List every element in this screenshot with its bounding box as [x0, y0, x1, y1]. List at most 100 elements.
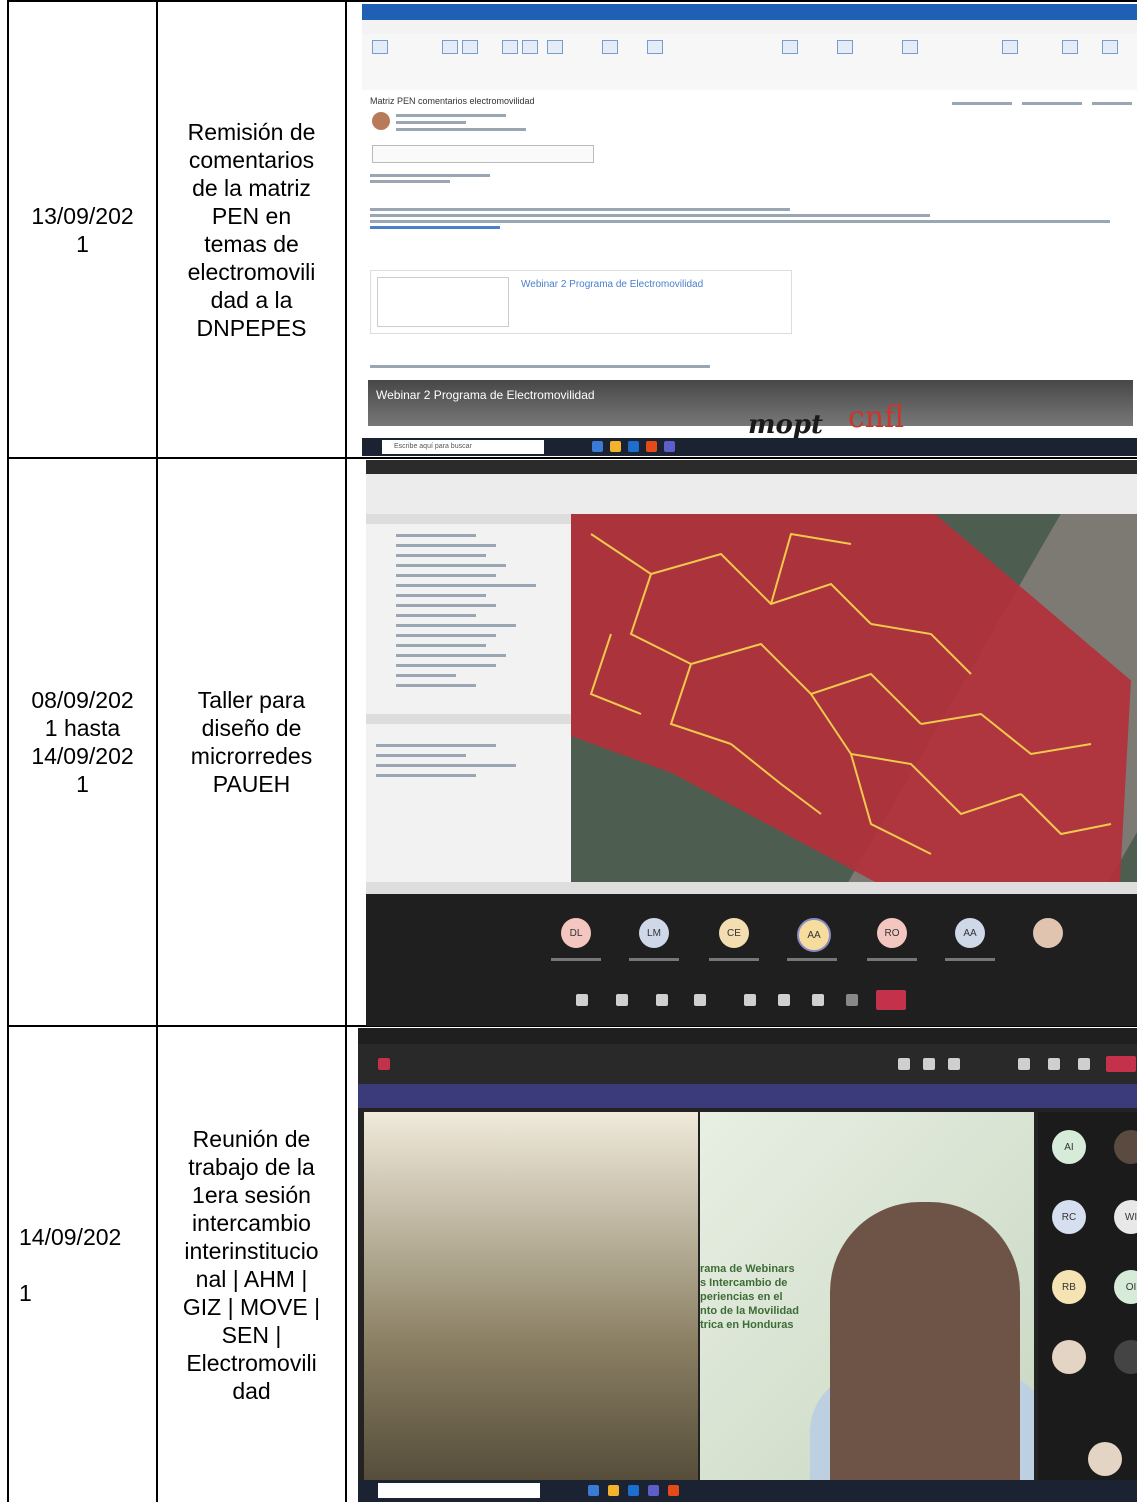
forward-icon	[547, 40, 563, 54]
mic-icon[interactable]	[778, 994, 790, 1006]
tags-icon	[837, 40, 853, 54]
youtube-preview-card[interactable]: Webinar 2 Programa de Electromovilidad	[370, 270, 792, 334]
participants-icon[interactable]	[898, 1058, 910, 1070]
sender-avatar	[372, 112, 390, 130]
edge-icon[interactable]	[592, 441, 603, 452]
qgis-status-bar	[366, 882, 1137, 894]
participant-avatar[interactable]: OI	[1114, 1270, 1137, 1304]
meeting-toolbar	[358, 1044, 1137, 1084]
windows-taskbar: Escribe aquí para buscar	[362, 438, 1137, 456]
participant-avatar[interactable]: WI	[1114, 1200, 1137, 1234]
participant-avatar[interactable]: RC	[1052, 1200, 1086, 1234]
outlook-icon[interactable]	[628, 1485, 639, 1496]
reactions-icon[interactable]	[948, 1058, 960, 1070]
read-aloud-icon	[1002, 40, 1018, 54]
translate-icon	[1062, 40, 1078, 54]
edge-icon[interactable]	[588, 1485, 599, 1496]
map-canvas[interactable]	[571, 514, 1137, 882]
participant-avatar[interactable]: AA	[955, 918, 985, 948]
participant-avatar[interactable]: DL	[561, 918, 591, 948]
self-view[interactable]	[1088, 1442, 1122, 1476]
participant-photo[interactable]	[1114, 1130, 1137, 1164]
video-thumbnail	[377, 277, 509, 327]
room-video	[364, 1112, 698, 1500]
participant-avatar[interactable]: AI	[1052, 1130, 1086, 1164]
participant-avatar-active[interactable]: AA	[797, 918, 831, 952]
folder-icon[interactable]	[608, 1485, 619, 1496]
participants-grid: AI RC RB WI OI	[1038, 1112, 1137, 1500]
reply-all-icon	[522, 40, 538, 54]
email-body: Matriz PEN comentarios electromovilidad …	[362, 90, 1137, 440]
slide-text: rama de Webinars s Intercambio de perien…	[700, 1263, 800, 1331]
meeting-title-bar	[358, 1028, 1137, 1044]
move-icon	[782, 40, 798, 54]
mic-icon[interactable]	[1048, 1058, 1060, 1070]
participant-avatar[interactable]: RO	[877, 918, 907, 948]
delete-icon	[442, 40, 458, 54]
teams-icon	[602, 40, 618, 54]
app-icon[interactable]	[646, 441, 657, 452]
email-subject: Matriz PEN comentarios electromovilidad	[370, 96, 535, 106]
reply-button[interactable]	[952, 102, 1012, 105]
recording-banner	[358, 1084, 1137, 1108]
camera-icon[interactable]	[1018, 1058, 1030, 1070]
participant-avatar[interactable]: LM	[639, 918, 669, 948]
participants-icon[interactable]	[616, 994, 628, 1006]
teams-meeting-screenshot: rama de Webinars s Intercambio de perien…	[358, 1028, 1137, 1502]
speaker-icon[interactable]	[812, 994, 824, 1006]
cnfl-logo: cnfl	[848, 400, 905, 435]
participant-photo[interactable]	[1052, 1340, 1086, 1374]
chat-icon[interactable]	[923, 1058, 935, 1070]
more-participants[interactable]	[1114, 1340, 1137, 1374]
hang-up-button[interactable]	[876, 990, 906, 1010]
embedded-video[interactable]: Webinar 2 Programa de Electromovilidad m…	[368, 380, 1133, 440]
mopt-logo: mopt	[748, 410, 824, 440]
more-icon[interactable]	[846, 994, 858, 1006]
qgis-teams-screenshot: DL LM CE AA RO AA	[366, 460, 1137, 1026]
column-divider	[345, 0, 347, 1502]
row-2-description: Taller para diseño de microrredes PAUEH	[190, 687, 313, 797]
row-1-date: 13/09/202 1	[31, 202, 134, 257]
speaker-video: rama de Webinars s Intercambio de perien…	[700, 1112, 1034, 1500]
video-preview-title: Webinar 2 Programa de Electromovilidad	[521, 279, 704, 290]
video-link[interactable]	[370, 226, 500, 229]
outlook-icon[interactable]	[628, 441, 639, 452]
camera-icon[interactable]	[744, 994, 756, 1006]
chat-icon[interactable]	[576, 994, 588, 1006]
forward-button[interactable]	[1092, 102, 1132, 105]
outlook-title-bar	[362, 4, 1137, 20]
leave-button[interactable]	[1106, 1056, 1136, 1072]
row-3-date: 14/09/202 1	[19, 1223, 122, 1306]
participant-avatar[interactable]: RB	[1052, 1270, 1086, 1304]
attachment-chip[interactable]	[372, 145, 594, 163]
reactions-icon[interactable]	[694, 994, 706, 1006]
acrobat-icon[interactable]	[668, 1485, 679, 1496]
participant-avatar[interactable]: CE	[719, 918, 749, 948]
reply-icon	[502, 40, 518, 54]
window-title-bar	[366, 460, 1137, 474]
ignore-icon	[372, 40, 388, 54]
teams-call-bar: DL LM CE AA RO AA	[366, 894, 1137, 1026]
network-lines	[589, 532, 1112, 855]
teams-icon[interactable]	[648, 1485, 659, 1496]
speaker	[830, 1202, 1020, 1500]
recording-dot-icon	[378, 1058, 390, 1070]
taskbar-search[interactable]: Escribe aquí para buscar	[382, 440, 544, 454]
qgis-toolbar	[366, 474, 1137, 515]
participant-photo[interactable]	[1033, 918, 1063, 948]
quick-steps-icon	[647, 40, 663, 54]
share-icon[interactable]	[656, 994, 668, 1006]
row-3-description: Reunión de trabajo de la 1era sesión int…	[182, 1125, 321, 1404]
zoom-icon	[1102, 40, 1118, 54]
layers-panel	[366, 514, 572, 882]
teams-icon[interactable]	[664, 441, 675, 452]
taskbar-search[interactable]	[378, 1483, 540, 1498]
share-icon[interactable]	[1078, 1058, 1090, 1070]
outlook-ribbon	[362, 34, 1137, 91]
outlook-ribbon-tabs	[362, 20, 1137, 34]
windows-taskbar	[358, 1480, 1137, 1502]
reply-all-button[interactable]	[1022, 102, 1082, 105]
flag-icon	[902, 40, 918, 54]
video-title: Webinar 2 Programa de Electromovilidad	[376, 388, 595, 402]
folder-icon[interactable]	[610, 441, 621, 452]
